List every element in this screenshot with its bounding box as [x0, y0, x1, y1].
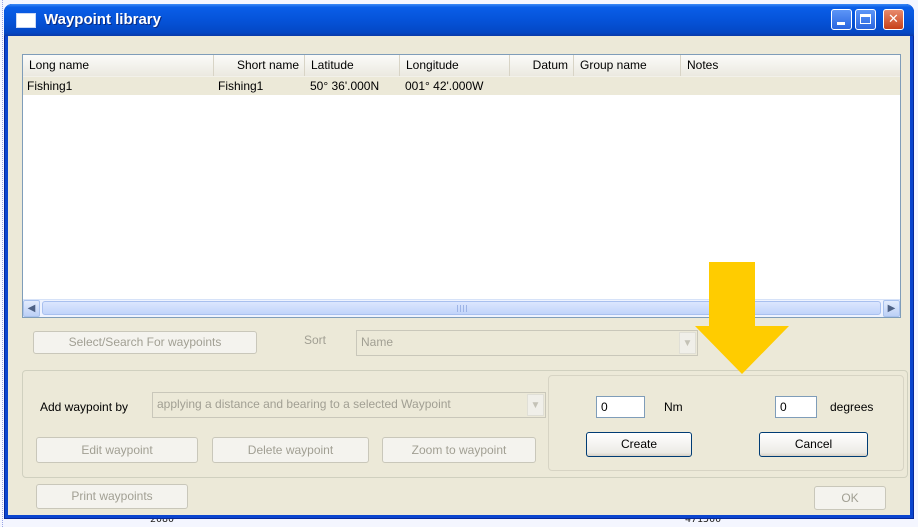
minimize-icon	[837, 22, 845, 25]
cell-latitude: 50° 36'.000N	[310, 79, 380, 93]
chart-gridline	[2, 0, 3, 527]
cell-short-name: Fishing1	[218, 79, 264, 93]
maximize-button[interactable]	[855, 9, 876, 30]
close-icon: ✕	[888, 12, 899, 27]
cell-long-name: Fishing1	[27, 79, 73, 93]
chevron-down-icon[interactable]: ▼	[679, 332, 696, 354]
bearing-unit-label: degrees	[830, 400, 874, 414]
minimize-button[interactable]	[831, 9, 852, 30]
delete-waypoint-button[interactable]: Delete waypoint	[212, 437, 369, 463]
chevron-down-icon[interactable]: ▼	[527, 394, 544, 416]
column-long-name[interactable]: Long name	[23, 55, 214, 76]
add-waypoint-label: Add waypoint by	[40, 400, 129, 414]
distance-input[interactable]: 0	[596, 396, 645, 418]
yellow-down-arrow-icon	[695, 262, 789, 374]
list-header: Long name Short name Latitude Longitude …	[23, 55, 900, 78]
scroll-right-icon[interactable]: ▶	[883, 300, 900, 317]
cancel-button[interactable]: Cancel	[759, 432, 868, 457]
column-longitude[interactable]: Longitude	[400, 55, 510, 76]
ok-button[interactable]: OK	[814, 486, 886, 510]
column-short-name[interactable]: Short name	[214, 55, 305, 76]
column-notes[interactable]: Notes	[681, 55, 900, 76]
scroll-left-icon[interactable]: ◀	[23, 300, 40, 317]
column-group-name[interactable]: Group name	[574, 55, 681, 76]
add-method-value: applying a distance and bearing to a sel…	[157, 397, 451, 411]
sort-label: Sort	[304, 333, 327, 347]
distance-unit-label: Nm	[664, 400, 683, 414]
sort-dropdown[interactable]: Name ▼	[356, 330, 698, 356]
edit-waypoint-button[interactable]: Edit waypoint	[36, 437, 198, 463]
select-search-waypoints-button[interactable]: Select/Search For waypoints	[33, 331, 257, 354]
cell-longitude: 001° 42'.000W	[405, 79, 484, 93]
maximize-icon	[860, 14, 871, 24]
bearing-input[interactable]: 0	[775, 396, 817, 418]
column-latitude[interactable]: Latitude	[305, 55, 400, 76]
title-bar[interactable]: Waypoint library ✕	[4, 4, 914, 36]
window-title: Waypoint library	[44, 11, 161, 28]
table-row[interactable]: Fishing1 Fishing1 50° 36'.000N 001° 42'.…	[23, 77, 900, 95]
zoom-to-waypoint-button[interactable]: Zoom to waypoint	[382, 437, 536, 463]
sort-value: Name	[361, 335, 394, 349]
create-button[interactable]: Create	[586, 432, 692, 457]
column-datum[interactable]: Datum	[510, 55, 574, 76]
close-button[interactable]: ✕	[883, 9, 904, 30]
window-icon	[16, 13, 36, 28]
grip-icon	[456, 305, 467, 312]
add-method-dropdown[interactable]: applying a distance and bearing to a sel…	[152, 392, 546, 418]
print-waypoints-button[interactable]: Print waypoints	[36, 484, 188, 509]
